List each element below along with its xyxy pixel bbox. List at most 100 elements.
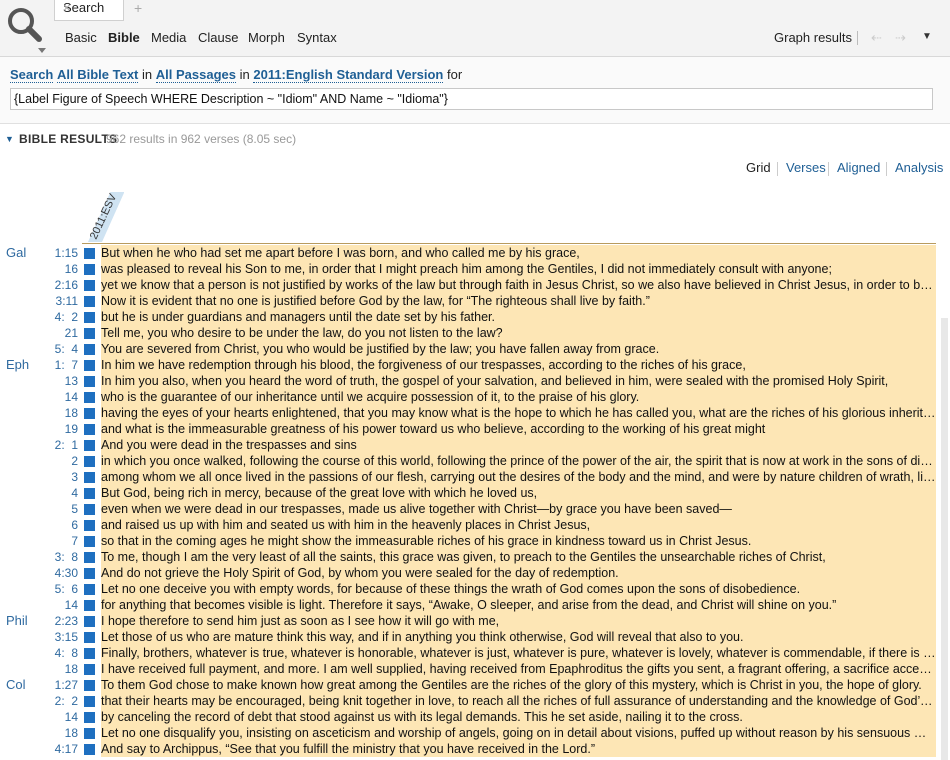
verse-text[interactable]: To them God chose to make known how grea… xyxy=(101,677,936,693)
table-row[interactable]: 7 so that in the coming ages he might sho… xyxy=(0,533,950,549)
table-row[interactable]: 4:17 And say to Archippus, “See that you … xyxy=(0,741,950,757)
verse-text[interactable]: who is the guarantee of our inheritance … xyxy=(101,389,936,405)
verse-reference[interactable]: 4:30 xyxy=(40,565,78,581)
verse-text[interactable]: was pleased to reveal his Son to me, in … xyxy=(101,261,936,277)
verse-reference[interactable]: 13 xyxy=(40,373,78,389)
verse-text[interactable]: but he is under guardians and managers u… xyxy=(101,309,936,325)
forward-arrow-icon[interactable]: ⇢ xyxy=(895,30,906,46)
table-row[interactable]: Gal 1:15 But when he who had set me apart … xyxy=(0,245,950,261)
verse-text[interactable]: I have received full payment, and more. … xyxy=(101,661,936,677)
table-row[interactable]: 5: 4 You are severed from Christ, you who… xyxy=(0,341,950,357)
back-arrow-icon[interactable]: ⇠ xyxy=(871,30,882,46)
passages-dropdown[interactable]: All Passages xyxy=(155,67,236,83)
verse-text[interactable]: Let those of us who are mature think thi… xyxy=(101,629,936,645)
verse-text[interactable]: And say to Archippus, “See that you fulf… xyxy=(101,741,936,757)
verse-text[interactable]: Now it is evident that no one is justifi… xyxy=(101,293,936,309)
table-row[interactable]: 3:15 Let those of us who are mature think… xyxy=(0,629,950,645)
verse-reference[interactable]: 4:17 xyxy=(40,741,78,757)
graph-results-button[interactable]: Graph results xyxy=(774,30,852,45)
verse-text[interactable]: But when he who had set me apart before … xyxy=(101,245,936,261)
verse-text[interactable]: Finally, brothers, whatever is true, wha… xyxy=(101,645,936,661)
table-row[interactable]: 5 even when we were dead in our trespasse… xyxy=(0,501,950,517)
table-row[interactable]: 4: 2 but he is under guardians and manage… xyxy=(0,309,950,325)
table-row[interactable]: Col 1:27 To them God chose to make known h… xyxy=(0,677,950,693)
verse-reference[interactable]: 18 xyxy=(40,405,78,421)
table-row[interactable]: 18 Let no one disqualify you, insisting o… xyxy=(0,725,950,741)
collapse-triangle-icon[interactable]: ▼ xyxy=(5,134,14,144)
verse-reference[interactable]: 3 xyxy=(40,469,78,485)
verse-text[interactable]: for anything that becomes visible is lig… xyxy=(101,597,936,613)
table-row[interactable]: 14 by canceling the record of debt that s… xyxy=(0,709,950,725)
verse-reference[interactable]: 1:15 xyxy=(40,245,78,261)
verse-reference[interactable]: 3:15 xyxy=(40,629,78,645)
table-row[interactable]: 2: 2 that their hearts may be encouraged,… xyxy=(0,693,950,709)
verse-reference[interactable]: 2 xyxy=(40,453,78,469)
verse-text[interactable]: But God, being rich in mercy, because of… xyxy=(101,485,936,501)
view-grid[interactable]: Grid xyxy=(746,160,771,175)
verse-text[interactable]: by canceling the record of debt that sto… xyxy=(101,709,936,725)
mode-syntax[interactable]: Syntax xyxy=(297,30,337,45)
search-link[interactable]: Search xyxy=(10,67,54,83)
verse-text[interactable]: I hope therefore to send him just as soo… xyxy=(101,613,936,629)
add-tab-icon[interactable]: + xyxy=(134,0,142,16)
mode-bible[interactable]: Bible xyxy=(108,30,140,45)
vertical-scrollbar[interactable] xyxy=(941,318,948,760)
mode-clause[interactable]: Clause xyxy=(198,30,238,45)
scope-dropdown[interactable]: All Bible Text xyxy=(57,67,139,83)
view-analysis[interactable]: Analysis xyxy=(895,160,943,175)
verse-reference[interactable]: 19 xyxy=(40,421,78,437)
verse-text[interactable]: You are severed from Christ, you who wou… xyxy=(101,341,936,357)
verse-reference[interactable]: 1:27 xyxy=(40,677,78,693)
verse-reference[interactable]: 2: 2 xyxy=(40,693,78,709)
verse-reference[interactable]: 7 xyxy=(40,533,78,549)
close-icon[interactable]: × xyxy=(63,0,71,15)
table-row[interactable]: 3 among whom we all once lived in the pas… xyxy=(0,469,950,485)
verse-reference[interactable]: 3: 8 xyxy=(40,549,78,565)
verse-text[interactable]: In him you also, when you heard the word… xyxy=(101,373,936,389)
verse-reference[interactable]: 1: 7 xyxy=(40,357,78,373)
verse-reference[interactable]: 3:11 xyxy=(40,293,78,309)
version-dropdown[interactable]: 2011:English Standard Version xyxy=(253,67,444,83)
mode-morph[interactable]: Morph xyxy=(248,30,285,45)
table-row[interactable]: 2:16 yet we know that a person is not jus… xyxy=(0,277,950,293)
verse-reference[interactable]: 5 xyxy=(40,501,78,517)
verse-text[interactable]: Let no one deceive you with empty words,… xyxy=(101,581,936,597)
table-row[interactable]: 4:30 And do not grieve the Holy Spirit of… xyxy=(0,565,950,581)
verse-text[interactable]: Tell me, you who desire to be under the … xyxy=(101,325,936,341)
tab-search[interactable]: Search × xyxy=(54,0,124,21)
verse-text[interactable]: And do not grieve the Holy Spirit of God… xyxy=(101,565,936,581)
verse-reference[interactable]: 4: 2 xyxy=(40,309,78,325)
search-input[interactable]: {Label Figure of Speech WHERE Descriptio… xyxy=(10,88,933,110)
verse-text[interactable]: To me, though I am the very least of all… xyxy=(101,549,936,565)
verse-reference[interactable]: 16 xyxy=(40,261,78,277)
verse-reference[interactable]: 2:16 xyxy=(40,277,78,293)
verse-reference[interactable]: 4: 8 xyxy=(40,645,78,661)
verse-reference[interactable]: 18 xyxy=(40,725,78,741)
book-label[interactable]: Phil xyxy=(6,613,28,629)
table-row[interactable]: 18 having the eyes of your hearts enlight… xyxy=(0,405,950,421)
results-title[interactable]: BIBLE RESULTS xyxy=(19,132,117,146)
verse-reference[interactable]: 5: 6 xyxy=(40,581,78,597)
table-row[interactable]: 3: 8 To me, though I am the very least of… xyxy=(0,549,950,565)
table-row[interactable]: 18 I have received full payment, and more… xyxy=(0,661,950,677)
table-row[interactable]: 4 But God, being rich in mercy, because o… xyxy=(0,485,950,501)
book-label[interactable]: Gal xyxy=(6,245,26,261)
table-row[interactable]: Eph 1: 7 In him we have redemption through… xyxy=(0,357,950,373)
table-row[interactable]: 13 In him you also, when you heard the wo… xyxy=(0,373,950,389)
view-aligned[interactable]: Aligned xyxy=(837,160,880,175)
verse-text[interactable]: and raised us up with him and seated us … xyxy=(101,517,936,533)
verse-reference[interactable]: 18 xyxy=(40,661,78,677)
verse-reference[interactable]: 14 xyxy=(40,389,78,405)
verse-reference[interactable]: 2:23 xyxy=(40,613,78,629)
table-row[interactable]: 21 Tell me, you who desire to be under th… xyxy=(0,325,950,341)
table-row[interactable]: 19 and what is the immeasurable greatness… xyxy=(0,421,950,437)
verse-text[interactable]: And you were dead in the trespasses and … xyxy=(101,437,936,453)
table-row[interactable]: 5: 6 Let no one deceive you with empty wo… xyxy=(0,581,950,597)
table-row[interactable]: 3:11 Now it is evident that no one is jus… xyxy=(0,293,950,309)
verse-reference[interactable]: 14 xyxy=(40,709,78,725)
verse-reference[interactable]: 2: 1 xyxy=(40,437,78,453)
table-row[interactable]: Phil 2:23 I hope therefore to send him jus… xyxy=(0,613,950,629)
verse-text[interactable]: so that in the coming ages he might show… xyxy=(101,533,936,549)
mode-media[interactable]: Media xyxy=(151,30,186,45)
verse-reference[interactable]: 6 xyxy=(40,517,78,533)
